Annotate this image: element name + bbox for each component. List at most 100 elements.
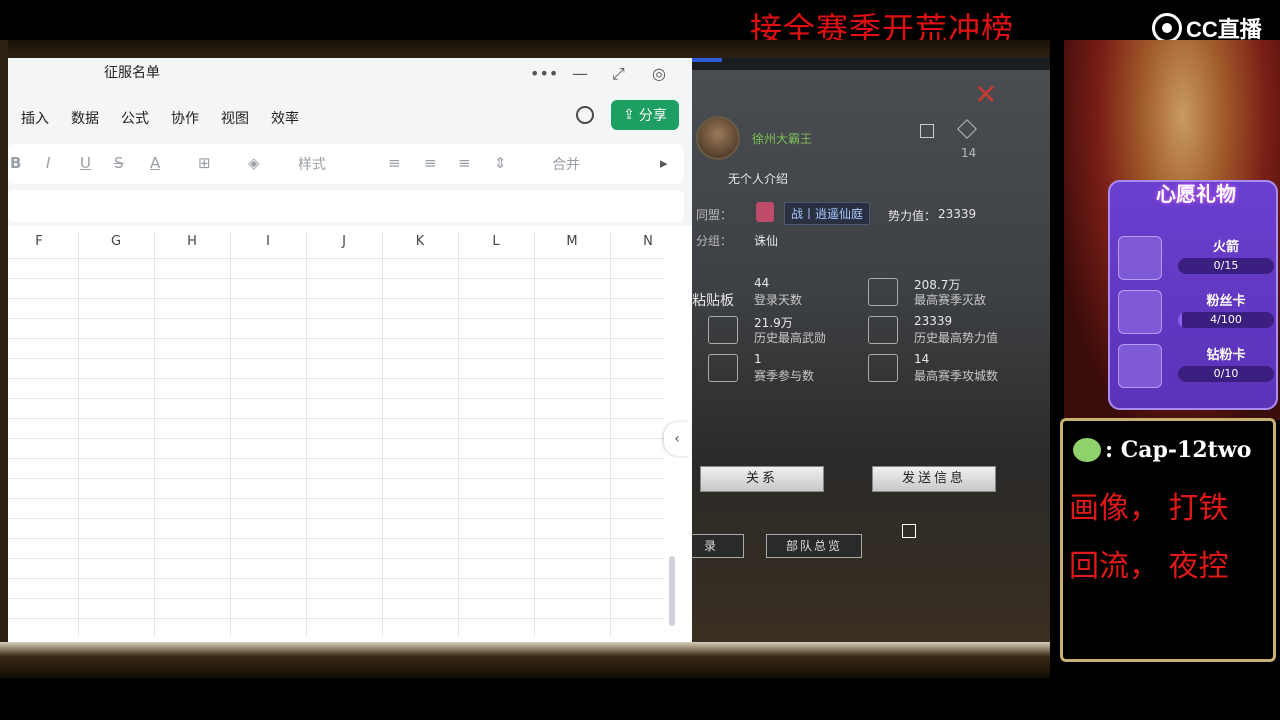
stream-frame-left bbox=[0, 40, 8, 660]
gift-item-rocket[interactable]: 火箭 0/15 bbox=[1118, 234, 1274, 284]
column-header-h[interactable]: H bbox=[154, 234, 230, 256]
menu-efficiency[interactable]: 效率 bbox=[271, 108, 299, 128]
service-line-1: 画像， 打铁 bbox=[1069, 491, 1229, 526]
column-header-i[interactable]: I bbox=[230, 234, 306, 256]
border-icon[interactable]: ⊞ bbox=[198, 154, 211, 172]
row-line bbox=[8, 298, 664, 299]
menu-formula[interactable]: 公式 bbox=[121, 108, 149, 128]
diamond-card-icon bbox=[1118, 344, 1162, 388]
stat-max-power-value: 23339 bbox=[914, 314, 953, 328]
column-header-l[interactable]: L bbox=[458, 234, 534, 256]
gift-item-fan-card[interactable]: 粉丝卡 4/100 bbox=[1118, 288, 1274, 338]
stream-frame-bottom bbox=[0, 642, 1050, 678]
column-header-g[interactable]: G bbox=[78, 234, 154, 256]
game-window: ✕ 徐州大霸王 14 无个人介绍 同盟： 战丨逍遥仙庭 势力值： 23339 分… bbox=[692, 58, 1050, 642]
gift-name: 钻粉卡 bbox=[1206, 348, 1246, 363]
contact-info-box: : Cap-12two 画像， 打铁 回流， 夜控 bbox=[1060, 418, 1276, 662]
stat-max-kills-label: 最高赛季灭敌 bbox=[914, 293, 987, 307]
soldier-icon bbox=[868, 316, 898, 344]
align-left-icon[interactable]: ≡ bbox=[388, 154, 401, 172]
row-line bbox=[8, 598, 664, 599]
streamer-side-panel: 心愿礼物 火箭 0/15 粉丝卡 4/100 钻粉卡 0/10 : Cap-12… bbox=[1050, 40, 1280, 678]
cc-logo-icon bbox=[1152, 13, 1182, 43]
scrollbar-thumb[interactable] bbox=[669, 556, 675, 626]
stat-max-power-label: 历史最高势力值 bbox=[914, 331, 999, 345]
spreadsheet-window: 征服名单 ••• — ⤢ ◎ 插入 数据 公式 协作 视图 效率 ⇪ 分享 B … bbox=[8, 58, 692, 642]
font-color-icon[interactable]: A bbox=[150, 154, 160, 172]
strikethrough-icon[interactable]: S bbox=[114, 154, 124, 172]
wechat-icon bbox=[1073, 438, 1101, 462]
menu-insert[interactable]: 插入 bbox=[21, 108, 49, 128]
minimize-icon[interactable]: — bbox=[572, 64, 588, 83]
game-topbar bbox=[692, 58, 1050, 70]
document-title[interactable]: 征服名单 bbox=[104, 62, 160, 82]
record-icon[interactable]: ◎ bbox=[652, 64, 666, 83]
share-button[interactable]: ⇪ 分享 bbox=[611, 100, 679, 130]
tab-record[interactable]: 录 bbox=[692, 534, 744, 558]
share-icon: ⇪ bbox=[623, 107, 635, 123]
row-line bbox=[8, 478, 664, 479]
mail-icon[interactable] bbox=[920, 124, 934, 138]
align-right-icon[interactable]: ≡ bbox=[458, 154, 471, 172]
toolbar-more-icon[interactable]: ▸ bbox=[660, 154, 668, 172]
menu-collaborate[interactable]: 协作 bbox=[171, 108, 199, 128]
power-value: 23339 bbox=[938, 207, 977, 221]
gift-progress: 4/100 bbox=[1178, 312, 1274, 328]
alliance-name[interactable]: 战丨逍遥仙庭 bbox=[784, 202, 871, 225]
collapse-panel-button[interactable]: ‹ bbox=[664, 422, 690, 456]
menu-data[interactable]: 数据 bbox=[71, 108, 99, 128]
fill-color-icon[interactable]: ◈ bbox=[248, 154, 260, 172]
stat-seasons-label: 赛季参与数 bbox=[754, 369, 815, 383]
formula-input[interactable] bbox=[8, 190, 684, 222]
row-line bbox=[8, 258, 664, 259]
column-divider bbox=[534, 232, 535, 636]
vertical-align-icon[interactable]: ⇕ bbox=[494, 154, 507, 172]
spreadsheet-titlebar: 征服名单 ••• — ⤢ ◎ bbox=[8, 58, 692, 96]
cloud-saved-icon[interactable] bbox=[576, 106, 594, 124]
alliance-badge-icon bbox=[756, 202, 774, 222]
game-topbar-accent bbox=[692, 58, 722, 62]
bold-icon[interactable]: B bbox=[10, 154, 21, 172]
column-header-j[interactable]: J bbox=[306, 234, 382, 256]
fan-card-icon bbox=[1118, 290, 1162, 334]
checkbox-icon[interactable] bbox=[902, 524, 916, 538]
italic-icon[interactable]: I bbox=[46, 154, 50, 172]
style-dropdown[interactable]: 样式 bbox=[298, 154, 326, 174]
align-center-icon[interactable]: ≡ bbox=[424, 154, 437, 172]
restore-window-icon[interactable]: ⤢ bbox=[612, 64, 625, 84]
more-options-icon[interactable]: ••• bbox=[530, 64, 558, 83]
column-divider bbox=[610, 232, 611, 636]
send-message-button[interactable]: 发送信息 bbox=[872, 466, 996, 492]
format-toolbar: B I U S A ⊞ ◈ 样式 ≡ ≡ ≡ ⇕ 合并 ▸ bbox=[8, 140, 692, 190]
wish-gift-panel: 心愿礼物 火箭 0/15 粉丝卡 4/100 钻粉卡 0/10 bbox=[1108, 180, 1278, 410]
row-line bbox=[8, 338, 664, 339]
medal-icon bbox=[708, 316, 738, 344]
gift-item-diamond-card[interactable]: 钻粉卡 0/10 bbox=[1118, 342, 1274, 392]
stream-frame-top bbox=[0, 40, 1050, 58]
stat-seasons-value: 1 bbox=[754, 352, 762, 366]
rank-badge-icon[interactable] bbox=[957, 119, 977, 139]
menu-bar: 插入 数据 公式 协作 视图 效率 ⇪ 分享 bbox=[8, 96, 692, 140]
wechat-contact: : Cap-12two bbox=[1073, 437, 1251, 463]
cell-grid[interactable]: F G H I J K L M N ‹ bbox=[8, 226, 692, 642]
row-line bbox=[8, 358, 664, 359]
row-line bbox=[8, 558, 664, 559]
castle-icon bbox=[868, 354, 898, 382]
column-divider bbox=[230, 232, 231, 636]
column-header-f[interactable]: F bbox=[8, 234, 70, 256]
column-divider bbox=[458, 232, 459, 636]
stat-max-merit-label: 历史最高武勋 bbox=[754, 331, 827, 345]
column-header-m[interactable]: M bbox=[534, 234, 610, 256]
share-label: 分享 bbox=[638, 108, 667, 124]
close-profile-icon[interactable]: ✕ bbox=[974, 78, 997, 111]
row-line bbox=[8, 318, 664, 319]
merge-cells-dropdown[interactable]: 合并 bbox=[552, 154, 580, 174]
relation-button[interactable]: 关系 bbox=[700, 466, 824, 492]
tab-army-overview[interactable]: 部队总览 bbox=[766, 534, 862, 558]
row-line bbox=[8, 518, 664, 519]
menu-view[interactable]: 视图 bbox=[221, 108, 249, 128]
underline-icon[interactable]: U bbox=[80, 154, 91, 172]
column-header-k[interactable]: K bbox=[382, 234, 458, 256]
power-label: 势力值： bbox=[888, 209, 937, 223]
player-avatar[interactable] bbox=[696, 116, 740, 160]
